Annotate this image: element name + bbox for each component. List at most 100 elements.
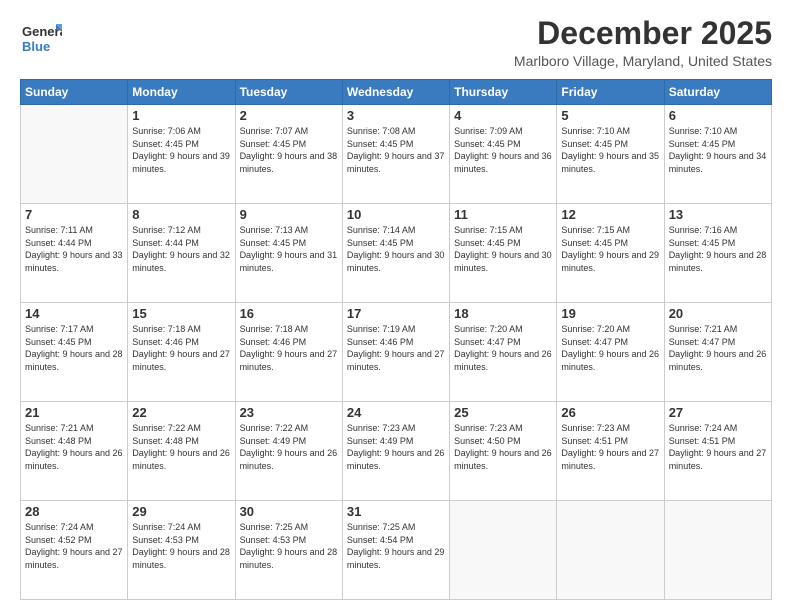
cell-info: Sunrise: 7:24 AMSunset: 4:52 PMDaylight:… — [25, 521, 123, 571]
cell-info: Sunrise: 7:23 AMSunset: 4:49 PMDaylight:… — [347, 422, 445, 472]
cell-info: Sunrise: 7:25 AMSunset: 4:54 PMDaylight:… — [347, 521, 445, 571]
day-number: 16 — [240, 306, 338, 321]
cell-info: Sunrise: 7:16 AMSunset: 4:45 PMDaylight:… — [669, 224, 767, 274]
day-number: 1 — [132, 108, 230, 123]
header-friday: Friday — [557, 80, 664, 105]
cell-info: Sunrise: 7:06 AMSunset: 4:45 PMDaylight:… — [132, 125, 230, 175]
calendar-cell: 13 Sunrise: 7:16 AMSunset: 4:45 PMDayligh… — [664, 204, 771, 303]
cell-info: Sunrise: 7:20 AMSunset: 4:47 PMDaylight:… — [454, 323, 552, 373]
calendar-cell: 7Sunrise: 7:11 AMSunset: 4:44 PMDaylight… — [21, 204, 128, 303]
cell-info: Sunrise: 7:18 AMSunset: 4:46 PMDaylight:… — [132, 323, 230, 373]
calendar-cell: 12 Sunrise: 7:15 AMSunset: 4:45 PMDayligh… — [557, 204, 664, 303]
cell-info: Sunrise: 7:21 AMSunset: 4:48 PMDaylight:… — [25, 422, 123, 472]
calendar-cell: 4 Sunrise: 7:09 AMSunset: 4:45 PMDaylight… — [450, 105, 557, 204]
logo-icon: General Blue — [20, 16, 62, 58]
logo: General Blue — [20, 16, 62, 58]
cell-info: Sunrise: 7:21 AMSunset: 4:47 PMDaylight:… — [669, 323, 767, 373]
header-wednesday: Wednesday — [342, 80, 449, 105]
cell-info: Sunrise: 7:08 AMSunset: 4:45 PMDaylight:… — [347, 125, 445, 175]
day-number: 23 — [240, 405, 338, 420]
svg-text:Blue: Blue — [22, 39, 50, 54]
calendar-cell — [450, 501, 557, 600]
calendar-week-3: 21 Sunrise: 7:21 AMSunset: 4:48 PMDayligh… — [21, 402, 772, 501]
cell-info: Sunrise: 7:24 AMSunset: 4:51 PMDaylight:… — [669, 422, 767, 472]
cell-info: Sunrise: 7:09 AMSunset: 4:45 PMDaylight:… — [454, 125, 552, 175]
calendar-cell: 26Sunrise: 7:23 AMSunset: 4:51 PMDayligh… — [557, 402, 664, 501]
cell-info: Sunrise: 7:14 AMSunset: 4:45 PMDaylight:… — [347, 224, 445, 274]
calendar-table: Sunday Monday Tuesday Wednesday Thursday… — [20, 79, 772, 600]
header-sunday: Sunday — [21, 80, 128, 105]
header-saturday: Saturday — [664, 80, 771, 105]
day-number: 18 — [454, 306, 552, 321]
day-number: 21 — [25, 405, 123, 420]
cell-info: Sunrise: 7:15 AMSunset: 4:45 PMDaylight:… — [454, 224, 552, 274]
month-title: December 2025 — [514, 16, 772, 51]
calendar-cell: 21 Sunrise: 7:21 AMSunset: 4:48 PMDayligh… — [21, 402, 128, 501]
day-number: 20 — [669, 306, 767, 321]
cell-info: Sunrise: 7:11 AMSunset: 4:44 PMDaylight:… — [25, 224, 123, 274]
calendar-week-4: 28 Sunrise: 7:24 AMSunset: 4:52 PMDayligh… — [21, 501, 772, 600]
day-number: 17 — [347, 306, 445, 321]
cell-info: Sunrise: 7:17 AMSunset: 4:45 PMDaylight:… — [25, 323, 123, 373]
calendar-week-2: 14Sunrise: 7:17 AMSunset: 4:45 PMDayligh… — [21, 303, 772, 402]
day-number: 19 — [561, 306, 659, 321]
cell-info: Sunrise: 7:18 AMSunset: 4:46 PMDaylight:… — [240, 323, 338, 373]
page: General Blue December 2025 Marlboro Vill… — [0, 0, 792, 612]
calendar-cell: 24 Sunrise: 7:23 AMSunset: 4:49 PMDayligh… — [342, 402, 449, 501]
calendar-cell: 5Sunrise: 7:10 AMSunset: 4:45 PMDaylight… — [557, 105, 664, 204]
cell-info: Sunrise: 7:22 AMSunset: 4:49 PMDaylight:… — [240, 422, 338, 472]
cell-info: Sunrise: 7:07 AMSunset: 4:45 PMDaylight:… — [240, 125, 338, 175]
cell-info: Sunrise: 7:13 AMSunset: 4:45 PMDaylight:… — [240, 224, 338, 274]
calendar-cell: 20 Sunrise: 7:21 AMSunset: 4:47 PMDayligh… — [664, 303, 771, 402]
day-number: 15 — [132, 306, 230, 321]
day-number: 10 — [347, 207, 445, 222]
day-number: 9 — [240, 207, 338, 222]
day-number: 27 — [669, 405, 767, 420]
calendar-cell: 9 Sunrise: 7:13 AMSunset: 4:45 PMDaylight… — [235, 204, 342, 303]
calendar-cell: 16 Sunrise: 7:18 AMSunset: 4:46 PMDayligh… — [235, 303, 342, 402]
header-tuesday: Tuesday — [235, 80, 342, 105]
day-number: 8 — [132, 207, 230, 222]
calendar-cell: 23 Sunrise: 7:22 AMSunset: 4:49 PMDayligh… — [235, 402, 342, 501]
day-number: 24 — [347, 405, 445, 420]
cell-info: Sunrise: 7:15 AMSunset: 4:45 PMDaylight:… — [561, 224, 659, 274]
day-number: 31 — [347, 504, 445, 519]
calendar-cell: 8Sunrise: 7:12 AMSunset: 4:44 PMDaylight… — [128, 204, 235, 303]
calendar-cell: 10 Sunrise: 7:14 AMSunset: 4:45 PMDayligh… — [342, 204, 449, 303]
cell-info: Sunrise: 7:25 AMSunset: 4:53 PMDaylight:… — [240, 521, 338, 571]
day-number: 2 — [240, 108, 338, 123]
cell-info: Sunrise: 7:10 AMSunset: 4:45 PMDaylight:… — [561, 125, 659, 175]
cell-info: Sunrise: 7:22 AMSunset: 4:48 PMDaylight:… — [132, 422, 230, 472]
calendar-cell: 30 Sunrise: 7:25 AMSunset: 4:53 PMDayligh… — [235, 501, 342, 600]
cell-info: Sunrise: 7:20 AMSunset: 4:47 PMDaylight:… — [561, 323, 659, 373]
calendar-cell: 3 Sunrise: 7:08 AMSunset: 4:45 PMDaylight… — [342, 105, 449, 204]
title-area: December 2025 Marlboro Village, Maryland… — [514, 16, 772, 69]
calendar-cell: 27 Sunrise: 7:24 AMSunset: 4:51 PMDayligh… — [664, 402, 771, 501]
calendar-header-row: Sunday Monday Tuesday Wednesday Thursday… — [21, 80, 772, 105]
day-number: 25 — [454, 405, 552, 420]
day-number: 11 — [454, 207, 552, 222]
cell-info: Sunrise: 7:23 AMSunset: 4:51 PMDaylight:… — [561, 422, 659, 472]
day-number: 4 — [454, 108, 552, 123]
calendar-cell: 14Sunrise: 7:17 AMSunset: 4:45 PMDayligh… — [21, 303, 128, 402]
calendar-cell: 11 Sunrise: 7:15 AMSunset: 4:45 PMDayligh… — [450, 204, 557, 303]
day-number: 13 — [669, 207, 767, 222]
calendar-week-1: 7Sunrise: 7:11 AMSunset: 4:44 PMDaylight… — [21, 204, 772, 303]
cell-info: Sunrise: 7:19 AMSunset: 4:46 PMDaylight:… — [347, 323, 445, 373]
header: General Blue December 2025 Marlboro Vill… — [20, 16, 772, 69]
calendar-cell — [664, 501, 771, 600]
day-number: 30 — [240, 504, 338, 519]
day-number: 6 — [669, 108, 767, 123]
cell-info: Sunrise: 7:10 AMSunset: 4:45 PMDaylight:… — [669, 125, 767, 175]
calendar-cell: 6 Sunrise: 7:10 AMSunset: 4:45 PMDaylight… — [664, 105, 771, 204]
day-number: 3 — [347, 108, 445, 123]
calendar-cell: 22Sunrise: 7:22 AMSunset: 4:48 PMDayligh… — [128, 402, 235, 501]
day-number: 28 — [25, 504, 123, 519]
location: Marlboro Village, Maryland, United State… — [514, 53, 772, 69]
calendar-cell: 31 Sunrise: 7:25 AMSunset: 4:54 PMDayligh… — [342, 501, 449, 600]
cell-info: Sunrise: 7:24 AMSunset: 4:53 PMDaylight:… — [132, 521, 230, 571]
day-number: 12 — [561, 207, 659, 222]
header-thursday: Thursday — [450, 80, 557, 105]
calendar-cell: 28 Sunrise: 7:24 AMSunset: 4:52 PMDayligh… — [21, 501, 128, 600]
calendar-cell — [557, 501, 664, 600]
